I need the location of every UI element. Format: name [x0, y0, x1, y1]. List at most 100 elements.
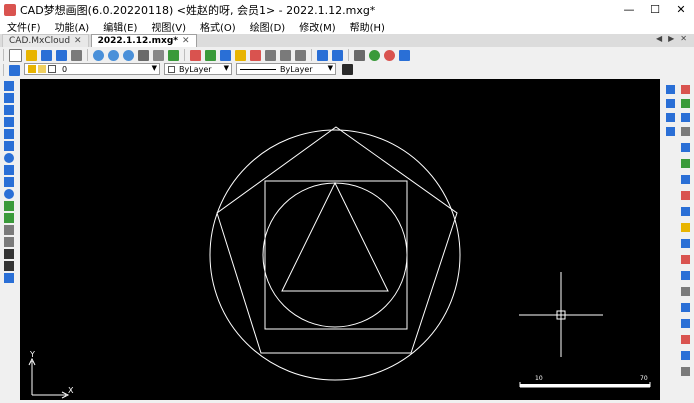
explode-tool-icon[interactable] [681, 255, 690, 264]
zoom-out-icon[interactable] [123, 49, 134, 61]
paste-icon[interactable] [295, 49, 306, 61]
help-icon[interactable] [399, 49, 410, 61]
layer-combo-value: 0 [62, 64, 68, 74]
triangle-shape[interactable] [281, 181, 389, 292]
tab-label: 2022.1.12.mxg* [97, 36, 179, 46]
measure-tool-icon[interactable] [681, 319, 690, 328]
close-button[interactable]: ✕ [668, 0, 694, 19]
maximize-button[interactable]: ☐ [642, 0, 668, 19]
line-tool-icon[interactable] [4, 81, 14, 91]
tab-prev-icon[interactable]: ◀ [653, 34, 665, 47]
hatch-tool-icon[interactable] [4, 237, 14, 247]
cut-icon[interactable] [265, 49, 276, 61]
menu-modify[interactable]: 修改(M) [292, 19, 342, 34]
properties-icon[interactable] [205, 49, 216, 61]
break-tool-icon[interactable] [681, 191, 690, 200]
menu-function[interactable]: 功能(A) [48, 19, 97, 34]
toolbar-separator [311, 49, 312, 61]
menu-draw[interactable]: 绘图(D) [243, 19, 293, 34]
leader-tool-icon[interactable] [681, 351, 690, 360]
redo-icon[interactable] [332, 49, 343, 61]
measure-icon[interactable] [354, 49, 365, 61]
table-tool-icon[interactable] [4, 273, 14, 283]
lengthen-tool-icon[interactable] [681, 287, 690, 296]
polyline-tool-icon[interactable] [4, 105, 14, 115]
revision-cloud-tool-icon[interactable] [4, 165, 14, 175]
lineweight-icon[interactable] [342, 64, 353, 75]
tab-cad-mxcloud[interactable]: CAD.MxCloud ✕ [2, 34, 89, 47]
print-icon[interactable] [71, 49, 82, 61]
tab-close-icon[interactable]: ✕ [74, 36, 82, 46]
menu-view[interactable]: 视图(V) [144, 19, 193, 34]
zoom-extents-icon[interactable] [138, 49, 149, 61]
insert-block-tool-icon[interactable] [4, 201, 14, 211]
layer-properties-icon[interactable] [9, 64, 20, 76]
pan-icon[interactable] [153, 49, 164, 61]
polygon-tool-icon[interactable] [4, 117, 14, 127]
mirror-tool-icon[interactable] [666, 99, 675, 108]
menu-file[interactable]: 文件(F) [0, 19, 48, 34]
tab-current-drawing[interactable]: 2022.1.12.mxg* ✕ [90, 34, 197, 47]
construction-line-tool-icon[interactable] [4, 93, 14, 103]
text-tool-icon[interactable] [4, 249, 14, 259]
stretch-tool-icon[interactable] [681, 143, 690, 152]
copy-icon[interactable] [280, 49, 291, 61]
offset-tool-icon[interactable] [681, 99, 690, 108]
rotate-tool-icon[interactable] [666, 127, 675, 136]
array-tool-icon[interactable] [666, 113, 675, 122]
menu-format[interactable]: 格式(O) [193, 19, 243, 34]
dimension-tool-icon[interactable] [681, 335, 690, 344]
spline-tool-icon[interactable] [4, 177, 14, 187]
ellipse-tool-icon[interactable] [4, 189, 14, 199]
zoom-icon[interactable] [93, 49, 104, 61]
rectangle-tool-icon[interactable] [4, 129, 14, 139]
save-as-icon[interactable] [56, 49, 67, 61]
minimize-button[interactable]: — [616, 0, 642, 19]
mtext-tool-icon[interactable] [4, 261, 14, 271]
outer-circle-shape[interactable] [209, 129, 461, 381]
tolerance-tool-icon[interactable] [681, 367, 690, 376]
color-combo[interactable]: ByLayer ▼ [164, 63, 232, 75]
undo-icon[interactable] [317, 49, 328, 61]
divide-tool-icon[interactable] [681, 303, 690, 312]
drawing-canvas[interactable]: Y X 10 70 [20, 79, 660, 400]
regen-icon[interactable] [168, 49, 179, 61]
extend-tool-icon[interactable] [681, 175, 690, 184]
menu-help[interactable]: 帮助(H) [343, 19, 392, 34]
toolbar-grip [3, 49, 4, 61]
join-tool-icon[interactable] [681, 207, 690, 216]
layer-combo[interactable]: 0 ▼ [24, 63, 160, 75]
match-properties-icon[interactable] [250, 49, 261, 61]
tab-close-all-icon[interactable]: ✕ [677, 34, 690, 47]
settings-icon[interactable] [384, 49, 395, 61]
arc-tool-icon[interactable] [4, 141, 14, 151]
trim-tool-icon[interactable] [681, 159, 690, 168]
align-tool-icon[interactable] [681, 271, 690, 280]
zoom-in-icon[interactable] [108, 49, 119, 61]
chamfer-tool-icon[interactable] [681, 223, 690, 232]
circle-tool-icon[interactable] [4, 153, 14, 163]
fillet-tool-icon[interactable] [681, 239, 690, 248]
pen-icon[interactable] [190, 49, 201, 61]
tab-close-icon[interactable]: ✕ [182, 36, 190, 46]
document-tab-bar: CAD.MxCloud ✕ 2022.1.12.mxg* ✕ ◀ ▶ ✕ [0, 34, 694, 47]
open-folder-icon[interactable] [26, 49, 37, 61]
linetype-combo[interactable]: ByLayer ▼ [236, 63, 336, 75]
layer-manager-icon[interactable] [220, 49, 231, 61]
erase-tool-icon[interactable] [666, 85, 675, 94]
move-tool-icon[interactable] [681, 113, 690, 122]
menu-edit[interactable]: 编辑(E) [96, 19, 144, 34]
ucs-y-label: Y [29, 350, 35, 359]
window-title: CAD梦想画图(6.0.20220118) <姓赵的呀, 会员1> - 2022… [20, 3, 376, 17]
save-icon[interactable] [41, 49, 52, 61]
scale-tool-icon[interactable] [681, 127, 690, 136]
color-wheel-icon[interactable] [369, 49, 380, 61]
tab-next-icon[interactable]: ▶ [665, 34, 677, 47]
inner-circle-shape[interactable] [262, 182, 408, 328]
block-icon[interactable] [235, 49, 246, 61]
new-file-icon[interactable] [9, 48, 22, 62]
make-block-tool-icon[interactable] [4, 213, 14, 223]
toolbar-separator [87, 49, 88, 61]
point-tool-icon[interactable] [4, 225, 14, 235]
copy-tool-icon[interactable] [681, 85, 690, 94]
